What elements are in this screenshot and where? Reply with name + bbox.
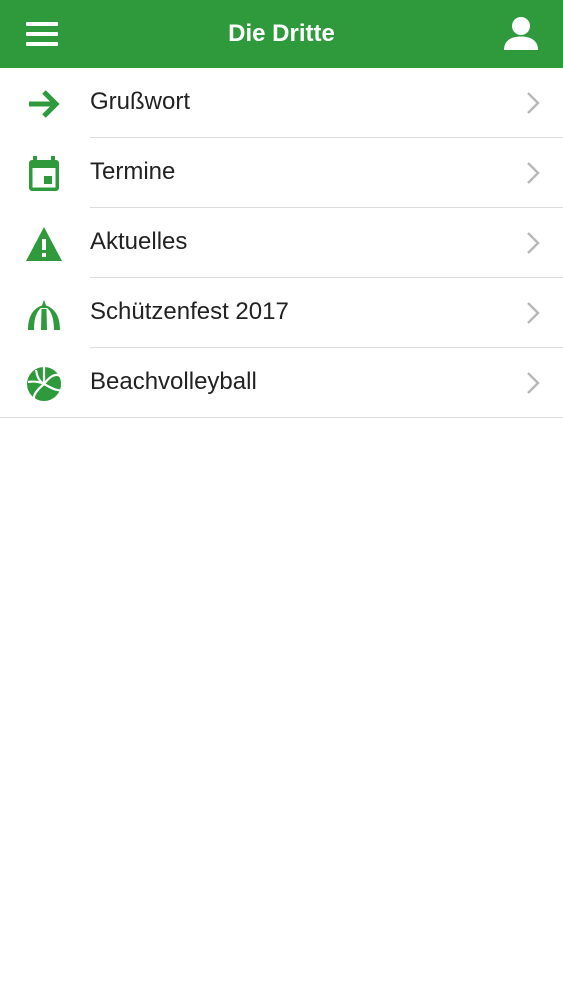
warning-icon bbox=[26, 227, 62, 261]
menu-item-label: Termine bbox=[90, 158, 176, 185]
menu-item-aktuelles[interactable]: Aktuelles bbox=[0, 208, 563, 278]
row-divider bbox=[0, 417, 563, 418]
menu-item-label: Aktuelles bbox=[90, 228, 188, 255]
menu-item-grusswort[interactable]: Grußwort bbox=[0, 68, 563, 138]
chevron-right-icon bbox=[527, 232, 540, 254]
main-menu-list: Grußwort Termine Aktuelles Schützenfest … bbox=[0, 68, 563, 418]
arrow-right-icon bbox=[29, 90, 60, 118]
menu-item-label: Beachvolleyball bbox=[90, 368, 257, 395]
menu-item-label: Schützenfest 2017 bbox=[90, 298, 289, 325]
chevron-right-icon bbox=[527, 162, 540, 184]
menu-item-termine[interactable]: Termine bbox=[0, 138, 563, 208]
menu-item-schuetzenfest[interactable]: Schützenfest 2017 bbox=[0, 278, 563, 348]
calendar-icon bbox=[29, 156, 59, 191]
app-header: Die Dritte bbox=[0, 0, 563, 68]
user-icon bbox=[504, 17, 538, 50]
menu-item-label: Grußwort bbox=[90, 88, 191, 115]
tent-icon bbox=[28, 300, 60, 330]
hamburger-menu-button[interactable] bbox=[22, 17, 62, 51]
chevron-right-icon bbox=[527, 372, 540, 394]
chevron-right-icon bbox=[527, 92, 540, 114]
user-profile-button[interactable] bbox=[501, 14, 541, 54]
volleyball-icon bbox=[27, 367, 61, 401]
menu-item-beachvolleyball[interactable]: Beachvolleyball bbox=[0, 348, 563, 418]
page-title: Die Dritte bbox=[228, 20, 335, 47]
chevron-right-icon bbox=[527, 302, 540, 324]
